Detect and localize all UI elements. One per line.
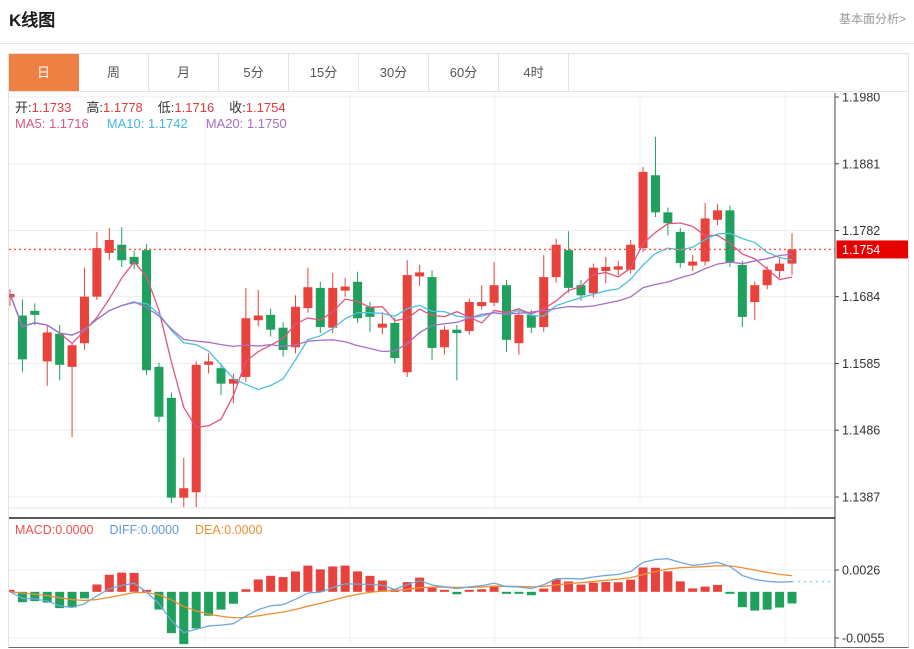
svg-text:-0.0055: -0.0055: [842, 632, 884, 646]
fundamental-analysis-link[interactable]: 基本面分析>: [839, 10, 906, 27]
page-title: K线图: [9, 6, 55, 31]
close-label: 收:: [229, 100, 246, 115]
macd-legend: MACD:0.0000 DIFF:0.0000 DEA:0.0000: [15, 523, 262, 537]
tab-5分[interactable]: 5分: [219, 54, 289, 91]
low-value: 1.1716: [174, 100, 214, 115]
svg-text:0.0026: 0.0026: [842, 564, 880, 578]
close-value: 1.1754: [246, 100, 286, 115]
tab-4时[interactable]: 4时: [499, 54, 569, 91]
svg-text:1.1585: 1.1585: [842, 357, 880, 371]
tab-15分[interactable]: 15分: [289, 54, 359, 91]
ma-legend: MA5: 1.1716 MA10: 1.1742 MA20: 1.1750: [15, 116, 287, 131]
diff-value: DIFF:0.0000: [110, 523, 179, 537]
kline-chart[interactable]: 1.1980 1.1881 1.1782 1.1684 1.1585 1.1486 1.13…: [9, 93, 908, 648]
macd-value: MACD:0.0000: [15, 523, 94, 537]
svg-text:1.1881: 1.1881: [842, 157, 880, 171]
svg-text:1.1980: 1.1980: [842, 93, 880, 105]
low-label: 低:: [158, 100, 175, 115]
tab-30分[interactable]: 30分: [359, 54, 429, 91]
header-divider: [0, 43, 914, 44]
high-value: 1.1778: [103, 100, 143, 115]
dea-value: DEA:0.0000: [195, 523, 262, 537]
open-value: 1.1733: [32, 100, 72, 115]
svg-text:1.1684: 1.1684: [842, 290, 880, 304]
ma20-legend: MA20: 1.1750: [206, 116, 287, 131]
kline-page: K线图 基本面分析> 日周月5分15分30分60分4时 1.1980 1.1881…: [0, 0, 914, 649]
svg-text:1.1387: 1.1387: [842, 491, 880, 505]
svg-text:1.1782: 1.1782: [842, 224, 880, 238]
ohlc-legend: 开:1.1733 高:1.1778 低:1.1716 收:1.1754: [15, 97, 301, 116]
tab-月[interactable]: 月: [149, 54, 219, 91]
tab-60分[interactable]: 60分: [429, 54, 499, 91]
ma10-legend: MA10: 1.1742: [107, 116, 188, 131]
ma5-legend: MA5: 1.1716: [15, 116, 89, 131]
open-label: 开:: [15, 100, 32, 115]
tab-周[interactable]: 周: [79, 54, 149, 91]
high-label: 高:: [86, 100, 103, 115]
svg-text:1.1486: 1.1486: [842, 424, 880, 438]
tab-日[interactable]: 日: [9, 54, 79, 91]
interval-tabbar: 日周月5分15分30分60分4时: [8, 53, 909, 92]
svg-text:1.1754: 1.1754: [842, 243, 880, 257]
